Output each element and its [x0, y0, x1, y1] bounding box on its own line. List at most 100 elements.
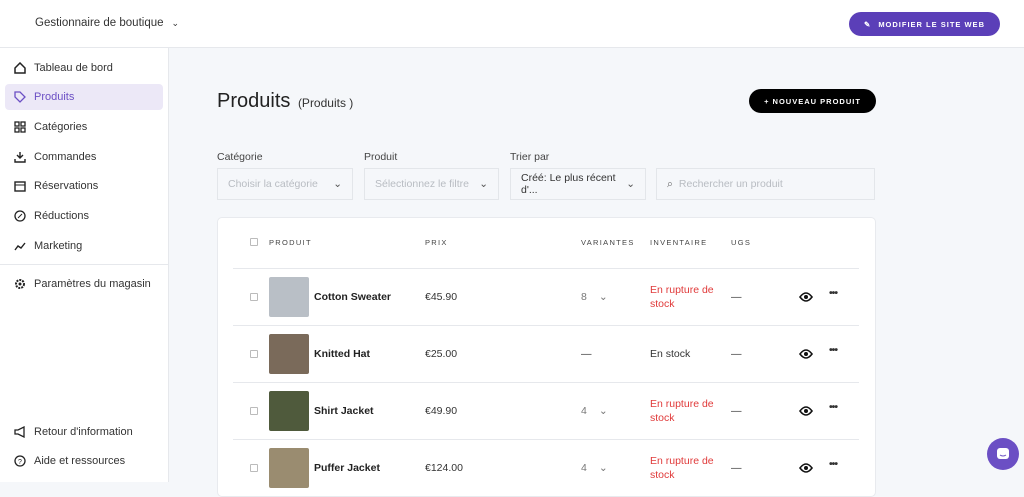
row-checkbox[interactable] [250, 350, 258, 358]
column-header-variants[interactable]: VARIANTES [581, 238, 635, 247]
help-icon: ? [14, 455, 26, 467]
svg-text:?: ? [18, 459, 22, 466]
chevron-down-icon: ⌄ [479, 178, 488, 190]
eye-icon[interactable] [799, 406, 813, 416]
product-name[interactable]: Puffer Jacket [314, 462, 380, 474]
inventory-status: En rupture de stock [650, 398, 714, 424]
label: Aide et ressources [34, 455, 126, 467]
sidebar-item-orders[interactable]: Commandes [5, 144, 163, 170]
chevron-down-icon: ⌄ [598, 462, 608, 474]
discount-icon [14, 210, 26, 222]
sidebar-item-marketing[interactable]: Marketing [5, 233, 163, 259]
variants-count: 4 [581, 462, 587, 474]
chevron-down-icon: ⌄ [626, 178, 635, 190]
product-thumbnail[interactable] [269, 391, 309, 431]
variants-select[interactable]: 8 ⌄ [581, 291, 608, 303]
row-checkbox[interactable] [250, 293, 258, 301]
sidebar-item-store-settings[interactable]: Paramètres du magasin [5, 271, 163, 297]
product-thumbnail[interactable] [269, 277, 309, 317]
variants-select[interactable]: 4 ⌄ [581, 462, 608, 474]
sidebar-item-dashboard[interactable]: Tableau de bord [5, 55, 163, 81]
column-header-product[interactable]: PRODUIT [269, 238, 312, 247]
more-options-icon[interactable]: ••• [829, 458, 838, 470]
more-options-icon[interactable]: ••• [829, 344, 838, 356]
sort-label: Trier par [510, 151, 550, 163]
chevron-down-icon: ⌄ [598, 405, 608, 417]
edit-website-label: MODIFIER LE SITE WEB [878, 19, 985, 29]
table-row[interactable]: Shirt Jacket €49.90 4 ⌄ En rupture de stoc… [233, 382, 859, 439]
sidebar: Tableau de bord Produits Catégories Comm… [0, 48, 169, 482]
sidebar-item-reservations[interactable]: Réservations [5, 173, 163, 199]
tag-icon [14, 91, 26, 103]
row-checkbox[interactable] [250, 407, 258, 415]
search-input[interactable]: ⌕ Rechercher un produit [656, 168, 875, 200]
chat-icon [997, 448, 1009, 459]
product-name[interactable]: Cotton Sweater [314, 291, 391, 303]
sidebar-item-categories[interactable]: Catégories [5, 114, 163, 140]
store-switcher[interactable]: Gestionnaire de boutique ⌄ [35, 17, 179, 29]
sidebar-divider [0, 264, 168, 265]
sku: — [731, 348, 742, 360]
variants-count: 4 [581, 405, 587, 417]
placeholder: Sélectionnez le filtre [375, 178, 469, 190]
column-header-inventory[interactable]: INVENTAIRE [650, 238, 707, 247]
product-filter-label: Produit [364, 151, 398, 163]
new-product-button[interactable]: + NOUVEAU PRODUIT [749, 89, 876, 113]
sidebar-item-feedback[interactable]: Retour d'information [5, 419, 163, 445]
top-bar: Gestionnaire de boutique ⌄ ✎ MODIFIER LE S… [0, 0, 1024, 48]
label: Marketing [34, 240, 83, 252]
sort-value: Créé: Le plus récent d'... [521, 172, 616, 196]
home-icon [14, 62, 26, 74]
chat-button[interactable] [987, 438, 1019, 470]
product-thumbnail[interactable] [269, 334, 309, 374]
price: €49.90 [425, 405, 458, 417]
store-name: Gestionnaire de boutique [35, 17, 164, 29]
product-name[interactable]: Shirt Jacket [314, 405, 374, 417]
sku: — [731, 291, 742, 303]
search-icon: ⌕ [667, 177, 673, 190]
gear-icon [15, 279, 25, 289]
sku: — [731, 462, 742, 474]
inventory-status: En rupture de stock [650, 455, 714, 481]
price: €124.00 [425, 462, 463, 474]
sort-select[interactable]: Créé: Le plus récent d'... ⌄ [510, 168, 646, 200]
sidebar-item-discounts[interactable]: Réductions [5, 203, 163, 229]
product-count: (Produits ) [297, 96, 354, 110]
pencil-icon: ✎ [864, 19, 872, 29]
eye-icon[interactable] [799, 349, 813, 359]
edit-website-button[interactable]: ✎ MODIFIER LE SITE WEB [849, 12, 1000, 36]
column-header-sku[interactable]: UGS [731, 238, 751, 247]
label: Retour d'information [34, 426, 133, 438]
category-select[interactable]: Choisir la catégorie ⌄ [217, 168, 353, 200]
eye-icon[interactable] [799, 463, 813, 473]
column-header-price[interactable]: PRIX [425, 238, 448, 247]
calendar-icon [14, 181, 26, 192]
row-checkbox[interactable] [250, 464, 258, 472]
product-filter-select[interactable]: Sélectionnez le filtre ⌄ [364, 168, 499, 200]
grid-icon [14, 121, 26, 133]
table-row[interactable]: Cotton Sweater €45.90 8 ⌄ En rupture de st… [233, 268, 859, 325]
placeholder: Choisir la catégorie [228, 178, 318, 190]
product-thumbnail[interactable] [269, 448, 309, 488]
label: Réductions [34, 210, 90, 222]
table-row[interactable]: Knitted Hat €25.00 — En stock — ••• [233, 325, 859, 382]
sidebar-item-help[interactable]: ? Aide et ressources [5, 448, 163, 474]
product-name[interactable]: Knitted Hat [314, 348, 370, 360]
inventory-status: En rupture de stock [650, 284, 714, 310]
trend-icon [14, 242, 26, 251]
more-options-icon[interactable]: ••• [829, 287, 838, 299]
chevron-down-icon: ⌄ [333, 178, 342, 190]
title: Produits [217, 90, 291, 112]
sidebar-item-products[interactable]: Produits [5, 84, 163, 110]
label: Catégories [34, 121, 88, 133]
price: €25.00 [425, 348, 458, 360]
more-options-icon[interactable]: ••• [829, 401, 838, 413]
category-filter-label: Catégorie [217, 151, 263, 163]
variants-select[interactable]: 4 ⌄ [581, 405, 608, 417]
sku: — [731, 405, 742, 417]
table-row[interactable]: Puffer Jacket €124.00 4 ⌄ En rupture de st… [233, 439, 859, 496]
eye-icon[interactable] [799, 292, 813, 302]
label: Paramètres du magasin [34, 278, 151, 290]
variants-count: 8 [581, 291, 587, 303]
select-all-checkbox[interactable] [250, 238, 258, 246]
